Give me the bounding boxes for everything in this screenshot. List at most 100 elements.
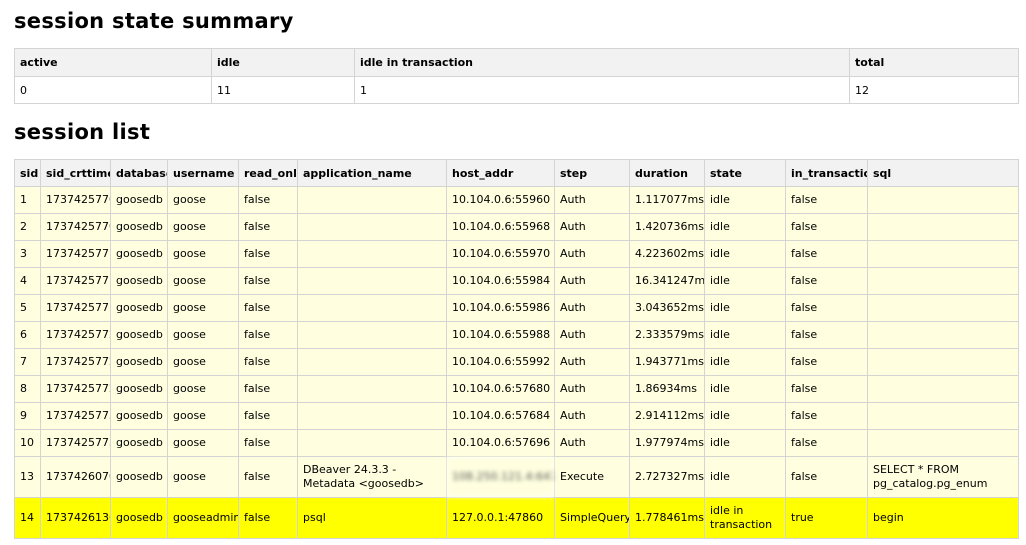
cell-state: idle	[704, 402, 786, 430]
cell-sid: 3	[14, 240, 41, 268]
cell-in-transaction: false	[785, 348, 868, 376]
cell-sid: 4	[14, 267, 41, 295]
cell-host-addr: 10.104.0.6:55986	[446, 294, 555, 322]
cell-sql	[867, 240, 1019, 268]
cell-read-only: false	[238, 429, 298, 457]
summary-idle-value: 11	[211, 76, 355, 104]
cell-step: Auth	[554, 240, 630, 268]
cell-username: goose	[167, 429, 239, 457]
cell-state: idle	[704, 240, 786, 268]
table-row: 14 1737426136 goosedb gooseadmin false psql 12…	[14, 497, 1019, 539]
cell-application-name	[297, 375, 447, 403]
cell-sql	[867, 267, 1019, 295]
table-row: 6 1737425772 goosedb goose false 10.104.0.6:5…	[14, 321, 1019, 349]
cell-step: Execute	[554, 456, 630, 498]
cell-in-transaction: false	[785, 321, 868, 349]
column-header-sid-crttime: sid_crttime	[40, 159, 111, 187]
cell-step: Auth	[554, 294, 630, 322]
column-header-sql: sql	[867, 159, 1019, 187]
cell-host-addr: 10.104.0.6:57680	[446, 375, 555, 403]
cell-in-transaction: false	[785, 213, 868, 241]
cell-sid-crttime: 1737426136	[40, 497, 111, 539]
cell-database: goosedb	[110, 186, 168, 214]
cell-step: Auth	[554, 321, 630, 349]
cell-step: Auth	[554, 213, 630, 241]
cell-sid: 2	[14, 213, 41, 241]
cell-duration: 2.914112ms	[629, 402, 705, 430]
cell-sid: 14	[14, 497, 41, 539]
column-header-host-addr: host_addr	[446, 159, 555, 187]
cell-application-name	[297, 402, 447, 430]
cell-sql	[867, 213, 1019, 241]
cell-application-name	[297, 186, 447, 214]
cell-database: goosedb	[110, 240, 168, 268]
cell-sid-crttime: 1737425771	[40, 294, 111, 322]
cell-username: goose	[167, 375, 239, 403]
column-header-step: step	[554, 159, 630, 187]
cell-application-name	[297, 348, 447, 376]
cell-in-transaction: false	[785, 429, 868, 457]
table-row: 9 1737425773 goosedb goose false 10.104.0.6:5…	[14, 402, 1019, 430]
summary-header-row: active idle idle in transaction total	[14, 48, 1019, 77]
cell-database: goosedb	[110, 348, 168, 376]
table-row: 8 1737425772 goosedb goose false 10.104.0.6:5…	[14, 375, 1019, 403]
table-row: 10 1737425773 goosedb goose false 10.104.0.6:…	[14, 429, 1019, 457]
cell-host-addr: 10.104.0.6:57684	[446, 402, 555, 430]
cell-duration: 16.341247ms	[629, 267, 705, 295]
cell-database: goosedb	[110, 375, 168, 403]
cell-username: gooseadmin	[167, 497, 239, 539]
summary-active-value: 0	[14, 76, 212, 104]
cell-application-name	[297, 213, 447, 241]
cell-state: idle	[704, 429, 786, 457]
cell-read-only: false	[238, 240, 298, 268]
summary-total-value: 12	[849, 76, 1019, 104]
cell-duration: 1.420736ms	[629, 213, 705, 241]
table-row: 1 1737425770 goosedb goose false 10.104.0.6:5…	[14, 186, 1019, 214]
cell-application-name	[297, 321, 447, 349]
cell-username: goose	[167, 402, 239, 430]
cell-state: idle in transaction	[704, 497, 786, 539]
cell-application-name	[297, 267, 447, 295]
cell-in-transaction: false	[785, 456, 868, 498]
cell-state: idle	[704, 321, 786, 349]
cell-duration: 4.223602ms	[629, 240, 705, 268]
cell-in-transaction: false	[785, 267, 868, 295]
cell-read-only: false	[238, 186, 298, 214]
cell-sid-crttime: 1737425770	[40, 186, 111, 214]
cell-sid: 1	[14, 186, 41, 214]
cell-duration: 2.333579ms	[629, 321, 705, 349]
cell-duration: 1.86934ms	[629, 375, 705, 403]
cell-sid: 10	[14, 429, 41, 457]
table-row: 3 1737425771 goosedb goose false 10.104.0.6:5…	[14, 240, 1019, 268]
table-row: 2 1737425770 goosedb goose false 10.104.0.6:5…	[14, 213, 1019, 241]
cell-host-addr: 108.250.121.4:64791	[446, 456, 555, 498]
cell-sid: 5	[14, 294, 41, 322]
cell-application-name	[297, 240, 447, 268]
cell-username: goose	[167, 186, 239, 214]
cell-sid-crttime: 1737425772	[40, 375, 111, 403]
cell-host-addr: 10.104.0.6:55960	[446, 186, 555, 214]
session-table: sidsid_crttimedatabaseusernameread_onlya…	[14, 159, 1019, 539]
column-header-username: username	[167, 159, 239, 187]
column-header-sid: sid	[14, 159, 41, 187]
session-rows: 1 1737425770 goosedb goose false 10.104.0.6:5…	[14, 186, 1019, 539]
cell-state: idle	[704, 348, 786, 376]
column-header-read-only: read_only	[238, 159, 298, 187]
cell-duration: 1.943771ms	[629, 348, 705, 376]
cell-step: SimpleQuery	[554, 497, 630, 539]
cell-sid-crttime: 1737425773	[40, 402, 111, 430]
cell-read-only: false	[238, 348, 298, 376]
cell-sql	[867, 429, 1019, 457]
cell-sid-crttime: 1737426070	[40, 456, 111, 498]
cell-host-addr: 10.104.0.6:55970	[446, 240, 555, 268]
column-header-duration: duration	[629, 159, 705, 187]
cell-database: goosedb	[110, 213, 168, 241]
cell-state: idle	[704, 186, 786, 214]
cell-step: Auth	[554, 267, 630, 295]
summary-col-total: total	[849, 48, 1019, 77]
cell-database: goosedb	[110, 294, 168, 322]
cell-sid-crttime: 1737425771	[40, 240, 111, 268]
cell-database: goosedb	[110, 267, 168, 295]
cell-state: idle	[704, 213, 786, 241]
cell-application-name	[297, 294, 447, 322]
